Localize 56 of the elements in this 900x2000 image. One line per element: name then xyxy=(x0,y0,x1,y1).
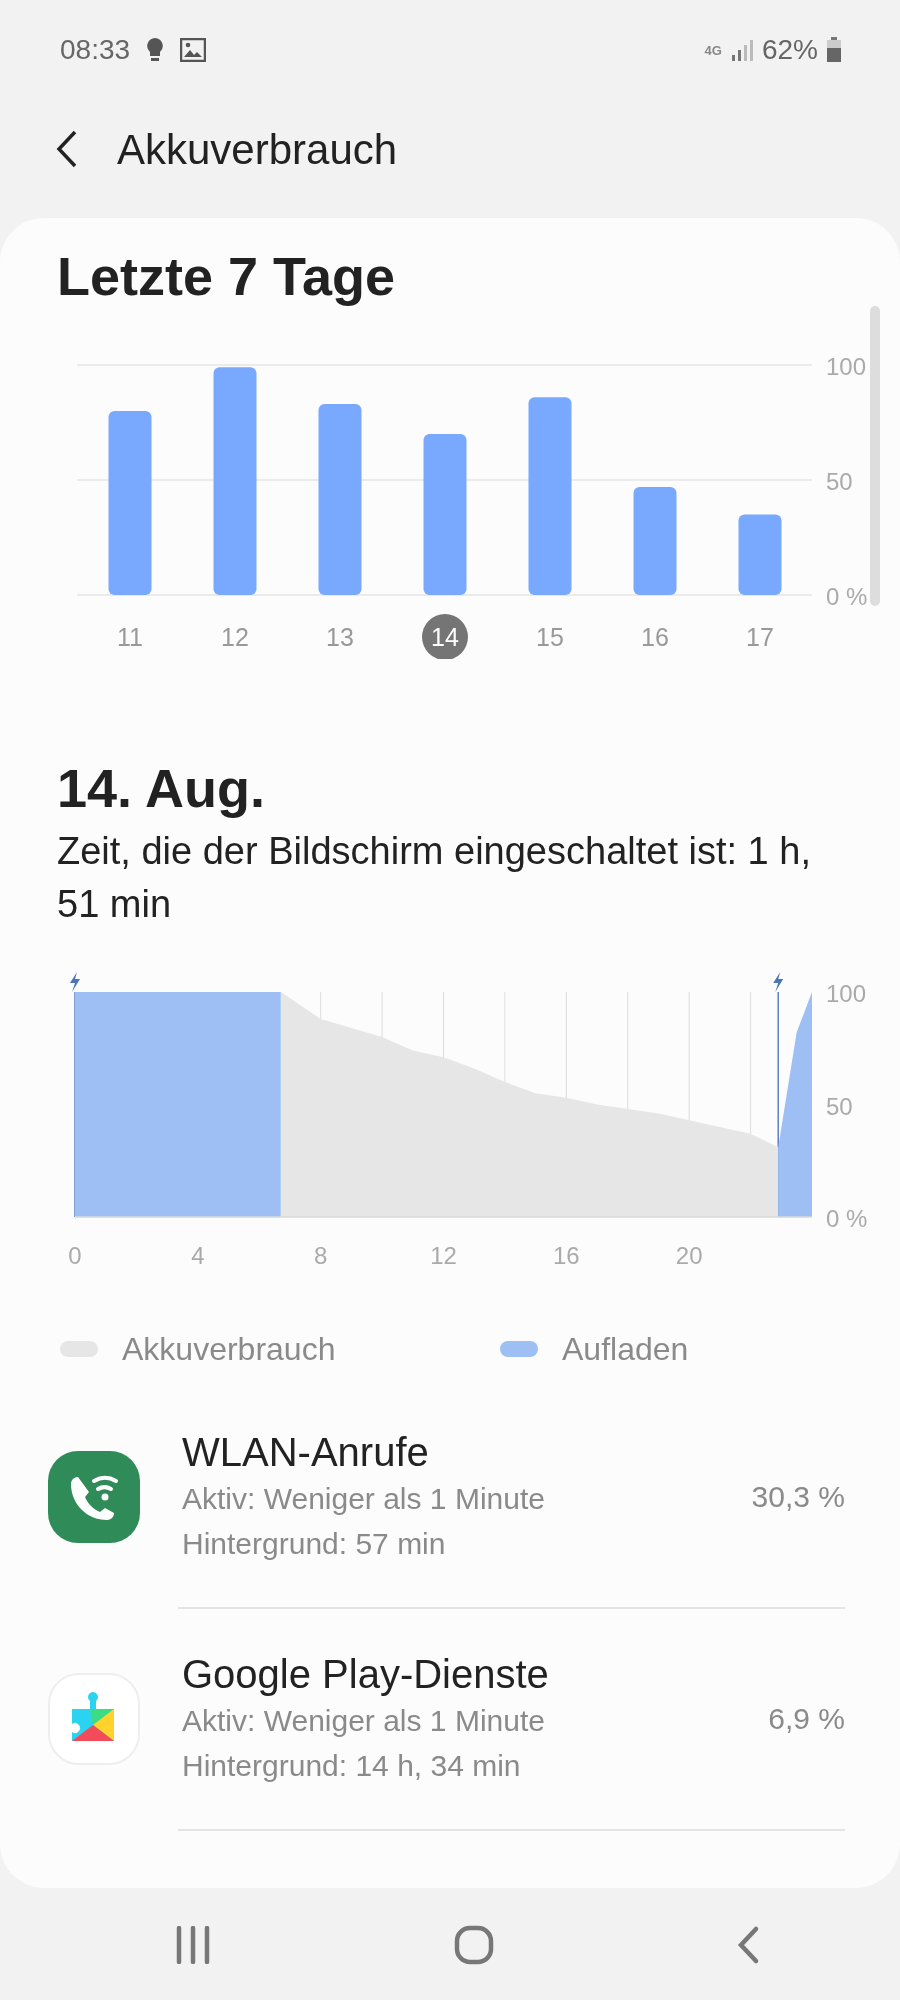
axis-label: 8 xyxy=(314,1241,328,1269)
image-icon xyxy=(180,38,207,62)
x-tick-label: 14 xyxy=(431,622,459,651)
axis-label: 50 xyxy=(826,467,853,495)
axis-label: 100 xyxy=(826,979,867,1007)
home-icon[interactable] xyxy=(453,1924,494,1965)
axis-label: 0 % xyxy=(826,1204,868,1232)
day-label[interactable]: 15 xyxy=(536,622,564,651)
battery-icon xyxy=(826,37,842,63)
bar[interactable] xyxy=(738,514,782,595)
bar[interactable] xyxy=(213,367,257,595)
date-title: 14. Aug. xyxy=(56,756,267,820)
app-name: Google Play-Dienste xyxy=(182,1650,550,1698)
axis-label: 0 % xyxy=(826,582,868,610)
background-time: Hintergrund: 14 h, 34 min xyxy=(182,1747,522,1784)
charging-icon xyxy=(773,971,784,992)
charging-icon xyxy=(70,971,80,992)
axis-label: 50 xyxy=(826,1092,853,1120)
axis-label: 12 xyxy=(430,1241,457,1269)
bar[interactable] xyxy=(528,397,572,595)
day-label[interactable]: 13 xyxy=(326,622,354,651)
puzzle-icon xyxy=(48,1672,140,1765)
bulb-icon xyxy=(146,37,165,63)
signal-icon xyxy=(729,38,754,62)
usage-percent: 6,9 % xyxy=(768,1701,845,1738)
section-title: Letzte 7 Tage xyxy=(56,245,397,308)
usage-percent: 30,3 % xyxy=(751,1479,845,1516)
axis-label: 16 xyxy=(553,1241,580,1269)
axis-label: 0 xyxy=(68,1241,82,1269)
active-time: Aktiv: Weniger als 1 Minute xyxy=(182,1702,546,1739)
battery-percent: 62% xyxy=(761,33,818,67)
network-type: 4G xyxy=(704,43,722,57)
legend-label: Aufladen xyxy=(562,1330,689,1370)
selected-day-label[interactable]: 14 xyxy=(422,613,468,659)
active-time: Aktiv: Weniger als 1 Minute xyxy=(182,1480,546,1517)
axis-label: 4 xyxy=(191,1241,205,1269)
background-time: Hintergrund: 57 min xyxy=(182,1525,447,1562)
bar[interactable] xyxy=(108,410,152,595)
day-label[interactable]: 11 xyxy=(117,622,143,651)
page-title: Akkuverbrauch xyxy=(117,124,398,175)
clock: 08:33 xyxy=(60,33,131,67)
app-name: WLAN-Anrufe xyxy=(182,1428,430,1476)
day-label[interactable]: 16 xyxy=(641,622,669,651)
bar[interactable] xyxy=(423,433,467,595)
screen-time-text: Zeit, die der Bildschirm eingeschaltet ist: 1 h, 51 min xyxy=(56,828,812,927)
wifi-call-icon xyxy=(48,1450,140,1543)
bar[interactable] xyxy=(318,403,362,595)
recent-apps-icon[interactable] xyxy=(175,1925,211,1964)
day-label[interactable]: 12 xyxy=(221,622,249,651)
back-icon[interactable] xyxy=(55,129,79,169)
axis-label: 20 xyxy=(675,1241,703,1269)
day-label[interactable]: 17 xyxy=(746,622,774,651)
back-nav-icon[interactable] xyxy=(736,1924,760,1965)
legend-label: Akkuverbrauch xyxy=(122,1330,336,1370)
bar[interactable] xyxy=(633,486,677,595)
axis-label: 100 xyxy=(826,352,867,380)
